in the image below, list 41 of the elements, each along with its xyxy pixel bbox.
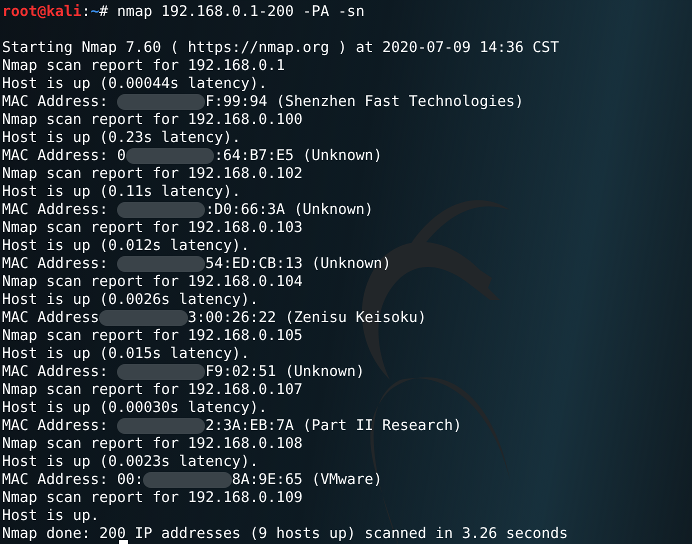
prompt-path: ~ <box>90 3 100 21</box>
output-line: Nmap scan report for 192.168.0.109 <box>2 489 303 507</box>
output-text: MAC Address: <box>2 417 110 435</box>
output-line: Host is up (0.23s latency). <box>2 129 241 147</box>
output-text: MAC Address: <box>2 363 110 381</box>
output-line: Nmap scan report for 192.168.0.105 <box>2 327 303 345</box>
output-text: 2:3A:EB:7A (Part II Research) <box>205 417 462 435</box>
output-line: Host is up (0.11s latency). <box>2 183 241 201</box>
prompt-separator: : <box>82 3 90 21</box>
output-line: Nmap scan report for 192.168.0.108 <box>2 435 303 453</box>
prompt-symbol: # <box>99 3 108 21</box>
output-text: :D0:66:3A (Unknown) <box>205 201 374 219</box>
output-line: Host is up (0.00044s latency). <box>2 75 268 93</box>
output-text: F:99:94 (Shenzhen Fast Technologies) <box>205 93 524 111</box>
output-text: MAC Address: <box>2 201 110 219</box>
output-text: MAC Address <box>2 309 100 327</box>
output-line: Nmap done: 200 IP addresses (9 hosts up) scanned in 3.26 seconds <box>2 525 568 543</box>
command-text: nmap 192.168.0.1-200 -PA -sn <box>116 3 365 21</box>
output-line: Nmap scan report for 192.168.0.107 <box>2 381 303 399</box>
output-line: Host is up (0.012s latency). <box>2 237 250 255</box>
output-line: Nmap scan report for 192.168.0.100 <box>2 111 303 129</box>
output-line: Host is up (0.015s latency). <box>2 345 250 363</box>
output-line: Host is up (0.00030s latency). <box>2 399 268 417</box>
prompt-user-host: root@kali <box>2 3 82 21</box>
output-line: Nmap scan report for 192.168.0.102 <box>2 165 303 183</box>
output-text: 54:ED:CB:13 (Unknown) <box>205 255 392 273</box>
output-text: MAC Address: <box>2 255 110 273</box>
output-line: Nmap scan report for 192.168.0.103 <box>2 219 303 237</box>
output-line: Host is up. <box>2 507 100 525</box>
output-text: 8A:9E:65 (VMware) <box>232 471 382 489</box>
output-text: MAC Address: 00: <box>2 471 144 489</box>
output-line: Host is up (0.0026s latency). <box>2 291 258 309</box>
output-text: MAC Address: 0 <box>2 147 126 165</box>
output-text: F9:02:51 (Unknown) <box>205 363 365 381</box>
output-line: Nmap scan report for 192.168.0.104 <box>2 273 303 291</box>
output-text: :64:B7:E5 (Unknown) <box>214 147 382 165</box>
output-line: Nmap scan report for 192.168.0.1 <box>2 57 285 75</box>
output-line: Host is up (0.0023s latency). <box>2 453 258 471</box>
output-text: 3:00:26:22 (Zenisu Keisoku) <box>188 309 426 327</box>
output-line: Starting Nmap 7.60 ( https://nmap.org ) at 2020-07-09 14:36 CST <box>2 39 560 57</box>
output-text: MAC Address: <box>2 93 110 111</box>
